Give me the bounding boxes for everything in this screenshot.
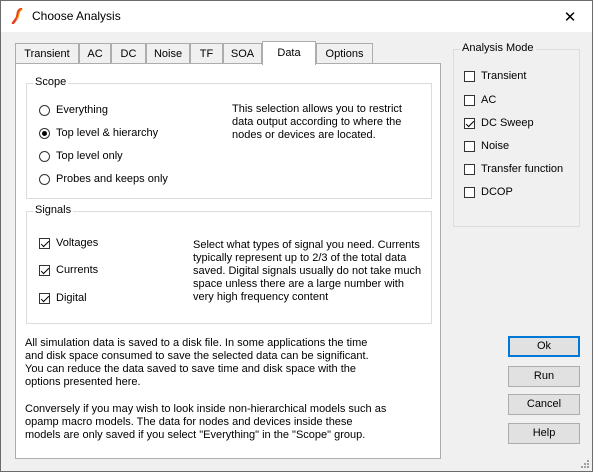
info-paragraph-2: Conversely if you may wish to look insid… (25, 403, 386, 442)
checkbox-indicator (464, 140, 475, 152)
tab-ac[interactable]: AC (79, 43, 111, 63)
currents-checkbox[interactable]: Currents (39, 264, 98, 276)
tab-dc[interactable]: DC (111, 43, 146, 63)
mode-noise-checkbox[interactable]: Noise (464, 140, 509, 152)
data-tab-panel: Scope Everything Top level & hierarchy T… (15, 63, 441, 459)
scope-top-level-hierarchy-label: Top level & hierarchy (56, 127, 159, 139)
radio-indicator (39, 127, 50, 139)
scope-everything-radio[interactable]: Everything (39, 104, 108, 116)
ok-button[interactable]: Ok (508, 336, 580, 357)
info-paragraph-1: All simulation data is saved to a disk f… (25, 337, 369, 389)
info-line: models are only saved if you select "Eve… (25, 429, 366, 441)
voltages-label: Voltages (56, 237, 99, 249)
currents-label: Currents (56, 264, 99, 276)
radio-indicator (39, 173, 50, 185)
mode-dcop-label: DCOP (481, 186, 513, 198)
analysis-mode-group: Analysis Mode Transient AC DC Sweep Nois… (453, 42, 580, 227)
voltages-checkbox[interactable]: Voltages (39, 237, 98, 249)
signals-group: Signals Voltages Currents Digital Select… (26, 204, 432, 324)
checkbox-indicator (39, 292, 50, 304)
tab-transient[interactable]: Transient (15, 43, 79, 63)
tab-soa[interactable]: SOA (223, 43, 262, 63)
mode-transfer-function-checkbox[interactable]: Transfer function (464, 163, 563, 175)
window-title: Choose Analysis (32, 9, 121, 23)
digital-label: Digital (56, 292, 87, 304)
scope-probes-keeps-label: Probes and keeps only (56, 173, 168, 185)
tab-noise[interactable]: Noise (146, 43, 190, 63)
digital-checkbox[interactable]: Digital (39, 292, 87, 304)
signals-description: Select what types of signal you need. Cu… (193, 239, 421, 304)
choose-analysis-dialog: Choose Analysis ✕ Transient AC DC Noise … (0, 0, 593, 472)
signals-description-line: very high frequency content (193, 291, 329, 303)
signals-description-line: typically represent up to 2/3 of the tot… (193, 252, 407, 264)
resize-grip-icon[interactable] (580, 459, 590, 469)
cancel-button[interactable]: Cancel (508, 394, 580, 415)
scope-top-level-only-label: Top level only (56, 150, 123, 162)
close-icon[interactable]: ✕ (548, 1, 592, 32)
mode-transfer-function-label: Transfer function (481, 163, 564, 175)
checkbox-indicator (464, 186, 475, 198)
simulator-app-icon (11, 8, 23, 24)
scope-description-line: data output according to where the (232, 116, 402, 128)
checkbox-indicator (464, 70, 475, 82)
signals-description-line: space unless there are a large number wi… (193, 278, 404, 290)
info-line: opamp macro models. The data for nodes a… (25, 416, 353, 428)
scope-probes-keeps-radio[interactable]: Probes and keeps only (39, 173, 168, 185)
checkbox-indicator (464, 117, 475, 129)
scope-everything-label: Everything (56, 104, 108, 116)
checkbox-indicator (464, 163, 475, 175)
mode-noise-label: Noise (481, 140, 510, 152)
scope-description-line: This selection allows you to restrict (232, 103, 402, 115)
mode-ac-checkbox[interactable]: AC (464, 94, 496, 106)
checkbox-indicator (39, 264, 50, 276)
run-button[interactable]: Run (508, 366, 580, 387)
mode-ac-label: AC (481, 94, 497, 106)
checkbox-indicator (39, 237, 50, 249)
mode-transient-label: Transient (481, 70, 527, 82)
radio-indicator (39, 104, 50, 116)
signals-description-line: Select what types of signal you need. Cu… (193, 239, 420, 251)
tab-tf[interactable]: TF (190, 43, 223, 63)
info-line: All simulation data is saved to a disk f… (25, 337, 368, 349)
info-line: Conversely if you may wish to look insid… (25, 403, 387, 415)
tab-options[interactable]: Options (316, 43, 373, 63)
mode-transient-checkbox[interactable]: Transient (464, 70, 526, 82)
scope-top-level-hierarchy-radio[interactable]: Top level & hierarchy (39, 127, 158, 139)
info-line: and disk space consumed to save the sele… (25, 350, 369, 362)
checkbox-indicator (464, 94, 475, 106)
scope-group: Scope Everything Top level & hierarchy T… (26, 76, 432, 199)
mode-dc-sweep-checkbox[interactable]: DC Sweep (464, 117, 534, 129)
signals-group-label: Signals (33, 204, 74, 216)
tab-data[interactable]: Data (262, 41, 316, 65)
info-line: options presented here. (25, 376, 141, 388)
scope-description-line: nodes or devices are located. (232, 129, 376, 141)
radio-indicator (39, 150, 50, 162)
scope-description: This selection allows you to restrict da… (232, 103, 402, 142)
info-line: You can reduce the data saved to save ti… (25, 363, 357, 375)
mode-dc-sweep-label: DC Sweep (481, 117, 534, 129)
title-bar: Choose Analysis ✕ (1, 1, 592, 32)
analysis-mode-label: Analysis Mode (460, 42, 536, 54)
mode-dcop-checkbox[interactable]: DCOP (464, 186, 513, 198)
signals-description-line: saved. Digital signals usually do not ta… (193, 265, 422, 277)
help-button[interactable]: Help (508, 423, 580, 444)
scope-group-label: Scope (33, 76, 69, 88)
scope-top-level-only-radio[interactable]: Top level only (39, 150, 123, 162)
